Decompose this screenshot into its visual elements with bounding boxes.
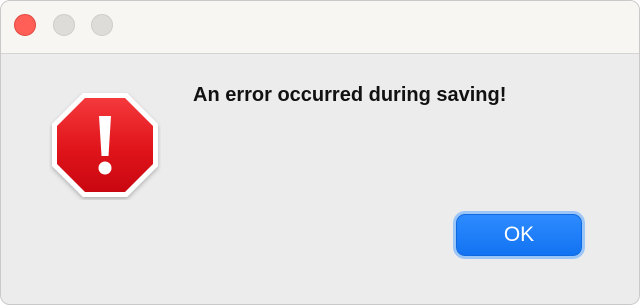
minimize-button[interactable] (53, 14, 75, 36)
stop-sign-exclamation-icon (52, 93, 158, 197)
ok-button[interactable]: OK (456, 214, 582, 256)
alert-content: An error occurred during saving! OK (1, 54, 639, 304)
zoom-button[interactable] (91, 14, 113, 36)
close-button[interactable] (14, 14, 36, 36)
alert-message: An error occurred during saving! (193, 84, 507, 106)
alert-window: An error occurred during saving! OK (0, 0, 640, 305)
title-bar (1, 1, 639, 54)
